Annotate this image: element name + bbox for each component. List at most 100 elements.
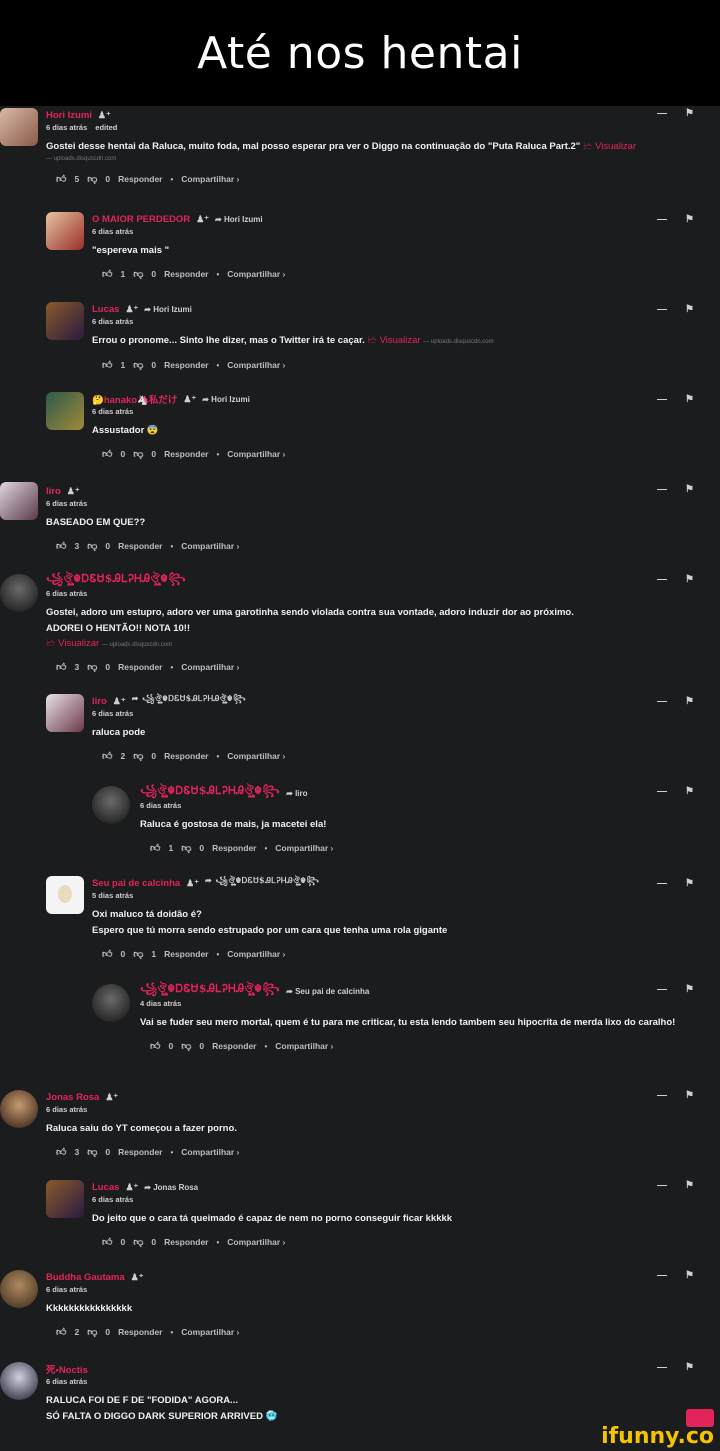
thumbs-down-icon[interactable]: 👎︎ — [133, 1236, 143, 1248]
thumbs-down-icon[interactable]: 👎︎ — [133, 359, 143, 371]
collapse-icon[interactable]: — — [657, 108, 667, 119]
author-name[interactable]: liro — [46, 486, 61, 497]
source-link[interactable]: — uploads.disquscdn.com — [46, 156, 116, 162]
thumbs-up-icon[interactable]: 👍︎ — [102, 448, 112, 460]
avatar[interactable] — [46, 876, 84, 914]
author-name[interactable]: Hori Izumi — [46, 110, 92, 121]
reply-button[interactable]: Responder — [164, 949, 208, 959]
avatar[interactable] — [46, 302, 84, 340]
thumbs-up-icon[interactable]: 👍︎ — [56, 540, 66, 552]
reply-button[interactable]: Responder — [164, 269, 208, 279]
avatar[interactable] — [46, 392, 84, 430]
thumbs-down-icon[interactable]: 👎︎ — [181, 842, 191, 854]
collapse-icon[interactable]: — — [657, 984, 667, 995]
flag-icon[interactable]: ⚑ — [685, 484, 694, 495]
reply-to-link[interactable]: ➦ Hori Izumi — [215, 215, 263, 224]
share-button[interactable]: Compartilhar › — [275, 1041, 333, 1051]
thumbs-down-icon[interactable]: 👎︎ — [87, 661, 97, 673]
author-name[interactable]: 死•Noctis — [46, 1362, 88, 1376]
timestamp[interactable]: 6 dias atrás — [46, 1377, 700, 1389]
reply-to-link[interactable]: ➦ Hori Izumi — [144, 305, 192, 314]
collapse-icon[interactable]: — — [657, 304, 667, 315]
flag-icon[interactable]: ⚑ — [685, 878, 694, 889]
flag-icon[interactable]: ⚑ — [685, 214, 694, 225]
thumbs-up-icon[interactable]: 👍︎ — [56, 1146, 66, 1158]
timestamp[interactable]: 6 dias atrás — [46, 499, 700, 511]
reply-to-link[interactable]: ➦ ꧁ঔৣ☬ᎠᏋᏌ$ᎯᏞᎮᎻᎯঔৣ☬꧂ — [132, 693, 246, 709]
author-name[interactable]: Lucas — [92, 1182, 119, 1193]
avatar[interactable] — [0, 108, 38, 146]
flag-icon[interactable]: ⚑ — [685, 1362, 694, 1373]
timestamp[interactable]: 6 dias atrás — [92, 227, 700, 239]
share-button[interactable]: Compartilhar › — [181, 1147, 239, 1157]
avatar[interactable] — [0, 1090, 38, 1128]
collapse-icon[interactable]: — — [657, 696, 667, 707]
share-button[interactable]: Compartilhar › — [227, 751, 285, 761]
flag-icon[interactable]: ⚑ — [685, 108, 694, 119]
timestamp[interactable]: 6 dias atrás — [46, 123, 87, 132]
thumbs-up-icon[interactable]: 👍︎ — [56, 661, 66, 673]
timestamp[interactable]: 6 dias atrás — [92, 407, 700, 419]
share-button[interactable]: Compartilhar › — [181, 174, 239, 184]
reply-button[interactable]: Responder — [212, 843, 256, 853]
reply-button[interactable]: Responder — [164, 751, 208, 761]
thumbs-down-icon[interactable]: 👎︎ — [133, 750, 143, 762]
avatar[interactable] — [92, 984, 130, 1022]
collapse-icon[interactable]: — — [657, 484, 667, 495]
avatar[interactable] — [46, 212, 84, 250]
share-button[interactable]: Compartilhar › — [227, 269, 285, 279]
thumbs-down-icon[interactable]: 👎︎ — [87, 540, 97, 552]
thumbs-down-icon[interactable]: 👎︎ — [133, 448, 143, 460]
thumbs-down-icon[interactable]: 👎︎ — [87, 173, 97, 185]
flag-icon[interactable]: ⚑ — [685, 1180, 694, 1191]
reply-button[interactable]: Responder — [118, 1147, 162, 1157]
thumbs-up-icon[interactable]: 👍︎ — [102, 750, 112, 762]
author-name[interactable]: O MAIOR PERDEDOR — [92, 214, 190, 225]
thumbs-up-icon[interactable]: 👍︎ — [56, 1326, 66, 1338]
collapse-icon[interactable]: — — [657, 1362, 667, 1373]
share-button[interactable]: Compartilhar › — [227, 1237, 285, 1247]
thumbs-down-icon[interactable]: 👎︎ — [133, 268, 143, 280]
timestamp[interactable]: 6 dias atrás — [92, 317, 700, 329]
flag-icon[interactable]: ⚑ — [685, 394, 694, 405]
collapse-icon[interactable]: — — [657, 574, 667, 585]
flag-icon[interactable]: ⚑ — [685, 574, 694, 585]
reply-button[interactable]: Responder — [118, 1327, 162, 1337]
thumbs-up-icon[interactable]: 👍︎ — [102, 948, 112, 960]
timestamp[interactable]: 5 dias atrás — [92, 891, 700, 903]
visualizar-link[interactable]: 🗠 Visualizar — [367, 335, 420, 346]
thumbs-up-icon[interactable]: 👍︎ — [102, 268, 112, 280]
reply-button[interactable]: Responder — [118, 174, 162, 184]
collapse-icon[interactable]: — — [657, 1090, 667, 1101]
avatar[interactable] — [0, 1362, 38, 1400]
thumbs-down-icon[interactable]: 👎︎ — [87, 1146, 97, 1158]
collapse-icon[interactable]: — — [657, 878, 667, 889]
author-name[interactable]: 🤔hanako🦄私だけ — [92, 392, 177, 406]
share-button[interactable]: Compartilhar › — [275, 843, 333, 853]
author-name[interactable]: Seu pai de calcinha — [92, 878, 180, 889]
thumbs-up-icon[interactable]: 👍︎ — [102, 1236, 112, 1248]
thumbs-up-icon[interactable]: 👍︎ — [102, 359, 112, 371]
share-button[interactable]: Compartilhar › — [227, 949, 285, 959]
source-link[interactable]: — uploads.disquscdn.com — [102, 642, 172, 648]
share-button[interactable]: Compartilhar › — [181, 1327, 239, 1337]
reply-button[interactable]: Responder — [118, 662, 162, 672]
thumbs-up-icon[interactable]: 👍︎ — [150, 1040, 160, 1052]
share-button[interactable]: Compartilhar › — [227, 360, 285, 370]
flag-icon[interactable]: ⚑ — [685, 304, 694, 315]
author-name[interactable]: Buddha Gautama — [46, 1272, 125, 1283]
thumbs-up-icon[interactable]: 👍︎ — [150, 842, 160, 854]
share-button[interactable]: Compartilhar › — [181, 662, 239, 672]
share-button[interactable]: Compartilhar › — [227, 449, 285, 459]
thumbs-down-icon[interactable]: 👎︎ — [133, 948, 143, 960]
reply-button[interactable]: Responder — [118, 541, 162, 551]
reply-to-link[interactable]: ➦ liro — [286, 789, 307, 798]
flag-icon[interactable]: ⚑ — [685, 984, 694, 995]
author-name[interactable]: Lucas — [92, 304, 119, 315]
source-link[interactable]: — uploads.disquscdn.com — [423, 339, 493, 345]
thumbs-down-icon[interactable]: 👎︎ — [181, 1040, 191, 1052]
reply-button[interactable]: Responder — [212, 1041, 256, 1051]
reply-to-link[interactable]: ➦ Hori Izumi — [202, 395, 250, 404]
avatar[interactable] — [0, 1270, 38, 1308]
reply-to-link[interactable]: ➦ ꧁ঔৣ☬ᎠᏋᏌ$ᎯᏞᎮᎻᎯঔৣ☬꧂ — [205, 875, 319, 891]
